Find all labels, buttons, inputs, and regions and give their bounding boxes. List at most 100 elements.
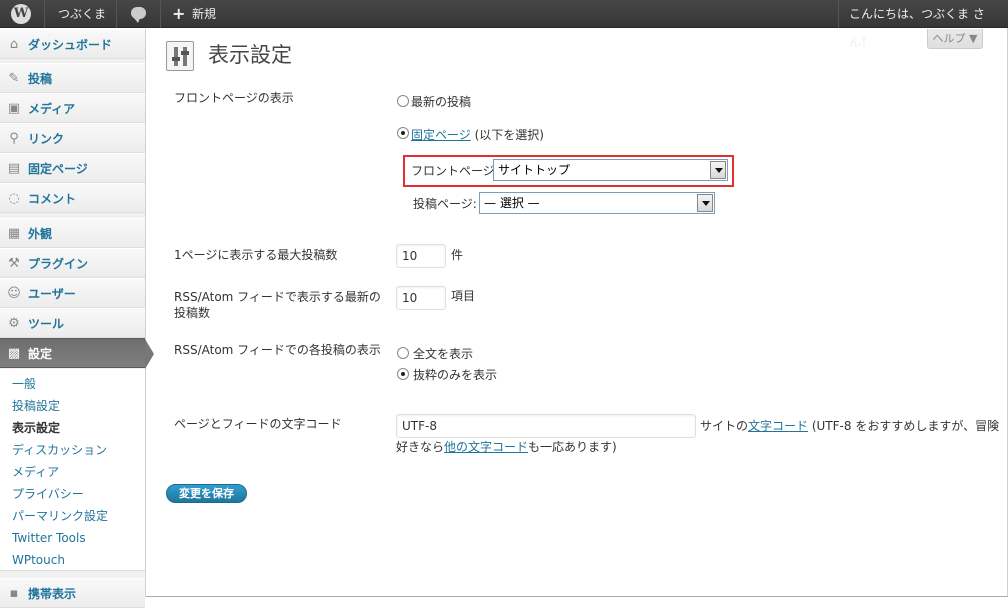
admin-bar: W つぶくま + 新規 こんにちは、つぶくま さん！ xyxy=(0,0,1008,49)
submenu-media[interactable]: メディア xyxy=(12,462,59,482)
mobile-icon: ▪ xyxy=(9,586,19,601)
rss-posts-label-line2: 投稿数 xyxy=(174,306,211,320)
menu-dashboard[interactable]: ⌂ ダッシュボード xyxy=(0,29,145,59)
encoding-hint-post: も一応あります) xyxy=(528,440,617,454)
front-page-select[interactable]: サイトトップ xyxy=(493,159,728,181)
menu-settings-label: 設定 xyxy=(28,347,53,361)
encoding-label: ページとフィードの文字コード xyxy=(174,417,342,431)
site-name-link[interactable]: つぶくま xyxy=(58,0,106,28)
menu-dashboard-label: ダッシュボード xyxy=(28,38,113,52)
encoding-hint-line2: 好きなら他の文字コードも一応あります) xyxy=(396,439,617,455)
menu-media[interactable]: ▣ メディア xyxy=(0,93,145,123)
menu-users-label: ユーザー xyxy=(28,287,76,301)
appearance-icon: ▦ xyxy=(7,226,21,241)
posts-page-select-label: 投稿ページ: xyxy=(413,197,477,211)
admin-bar-separator xyxy=(160,0,161,28)
encoding-hint-mid: (UTF-8 をおすすめしますが、冒険 xyxy=(808,419,1000,433)
encoding-input[interactable]: UTF-8 xyxy=(396,414,696,438)
admin-sidebar: ⌂ ダッシュボード ✎ 投稿 ▣ メディア ⚲ リンク ▤ 固定ページ ◌ コメ… xyxy=(0,29,154,608)
tools-icon: ⚙ xyxy=(8,316,20,331)
submenu-twitter-tools[interactable]: Twitter Tools xyxy=(12,528,86,548)
menu-appearance-label: 外観 xyxy=(28,227,53,241)
media-icon: ▣ xyxy=(7,101,21,116)
radio-latest-posts[interactable] xyxy=(397,95,409,107)
admin-bar-separator xyxy=(838,0,839,28)
pages-icon: ▤ xyxy=(7,161,21,176)
submenu-general[interactable]: 一般 xyxy=(12,374,36,394)
greeting-link[interactable]: こんにちは、つぶくま さん！ xyxy=(849,0,1008,49)
other-encodings-link[interactable]: 他の文字コード xyxy=(444,440,528,454)
submenu-permalinks[interactable]: パーマリンク設定 xyxy=(12,506,108,526)
rss-posts-unit: 項目 xyxy=(451,289,476,303)
menu-mobile-display[interactable]: ▪ 携帯表示 xyxy=(0,578,145,608)
posts-per-page-label: 1ページに表示する最大投稿数 xyxy=(174,248,338,262)
submenu-privacy[interactable]: プライバシー xyxy=(12,484,84,504)
static-page-suffix: (以下を選択) xyxy=(470,128,544,142)
submenu-writing[interactable]: 投稿設定 xyxy=(12,396,60,416)
radio-static-page[interactable] xyxy=(397,127,409,139)
wordpress-logo-icon[interactable]: W xyxy=(11,4,31,24)
rss-posts-label: RSS/Atom フィードで表示する最新の 投稿数 xyxy=(174,289,381,321)
link-icon: ⚲ xyxy=(9,131,19,146)
rss-posts-input[interactable]: 10 xyxy=(396,286,446,310)
admin-bar-separator xyxy=(116,0,117,28)
submenu-reading[interactable]: 表示設定 xyxy=(12,418,60,438)
save-changes-button[interactable]: 変更を保存 xyxy=(166,484,247,503)
slider-bar xyxy=(183,47,187,66)
help-tab[interactable]: ヘルプ ▼ xyxy=(927,29,983,49)
comment-bubble-icon[interactable] xyxy=(131,7,146,23)
dropdown-arrow-icon xyxy=(710,161,726,179)
slider-knob xyxy=(181,51,189,55)
menu-pages[interactable]: ▤ 固定ページ xyxy=(0,153,145,183)
posts-page-select[interactable]: — 選択 — xyxy=(479,192,715,214)
option-full-text-label: 全文を表示 xyxy=(413,347,474,361)
posts-per-page-unit: 件 xyxy=(451,248,464,262)
encoding-link[interactable]: 文字コード xyxy=(748,419,808,433)
posts-per-page-input[interactable]: 10 xyxy=(396,244,446,268)
option-latest-posts-label: 最新の投稿 xyxy=(411,95,472,109)
menu-links-label: リンク xyxy=(28,132,65,146)
menu-media-label: メディア xyxy=(28,102,76,116)
static-page-link[interactable]: 固定ページ xyxy=(411,128,471,142)
radio-full-text[interactable] xyxy=(397,347,409,359)
new-content-link[interactable]: 新規 xyxy=(192,0,216,28)
radio-summary[interactable] xyxy=(397,368,409,380)
submenu-discussion[interactable]: ディスカッション xyxy=(12,440,107,460)
page-title: 表示設定 xyxy=(208,43,292,67)
menu-tools-label: ツール xyxy=(28,317,65,331)
menu-appearance[interactable]: ▦ 外観 xyxy=(0,218,145,248)
front-page-select-label: フロントページ: xyxy=(411,164,499,178)
plugins-icon: ⚒ xyxy=(8,256,20,271)
comments-icon: ◌ xyxy=(8,191,20,206)
menu-comments-label: コメント xyxy=(28,192,77,206)
encoding-hint-line1: サイトの文字コード (UTF-8 をおすすめしますが、冒険 xyxy=(700,418,999,434)
menu-users[interactable]: ☺ ユーザー xyxy=(0,278,145,308)
menu-tools[interactable]: ⚙ ツール xyxy=(0,308,145,338)
menu-links[interactable]: ⚲ リンク xyxy=(0,123,145,153)
users-icon: ☺ xyxy=(7,286,21,301)
admin-bar-separator xyxy=(44,0,45,28)
menu-plugins[interactable]: ⚒ プラグイン xyxy=(0,248,145,278)
encoding-hint-line2-pre: 好きなら xyxy=(396,440,445,454)
menu-posts[interactable]: ✎ 投稿 xyxy=(0,63,145,93)
rss-display-label: RSS/Atom フィードでの各投稿の表示 xyxy=(174,343,381,357)
encoding-hint-pre: サイトの xyxy=(700,419,749,433)
option-summary-label: 抜粋のみを表示 xyxy=(413,368,498,382)
menu-settings[interactable]: ▩ 設定 xyxy=(0,338,154,369)
plus-icon[interactable]: + xyxy=(172,0,185,28)
menu-pages-label: 固定ページ xyxy=(28,162,88,176)
front-page-label: フロントページの表示 xyxy=(174,91,294,105)
dashboard-icon: ⌂ xyxy=(9,37,19,52)
menu-posts-label: 投稿 xyxy=(28,72,53,86)
menu-comments[interactable]: ◌ コメント xyxy=(0,183,145,213)
front-page-select-value: サイトトップ xyxy=(498,163,571,177)
settings-page-icon xyxy=(166,41,194,71)
settings-icon: ▩ xyxy=(7,346,21,361)
slider-knob xyxy=(172,57,180,61)
option-static-page: 固定ページ (以下を選択) xyxy=(411,127,544,143)
pin-icon: ✎ xyxy=(8,71,20,86)
settings-submenu: 一般 投稿設定 表示設定 ディスカッション メディア プライバシー パーマリンク… xyxy=(0,369,145,571)
menu-plugins-label: プラグイン xyxy=(28,257,89,271)
submenu-wptouch[interactable]: WPtouch xyxy=(12,550,65,570)
menu-mobile-display-label: 携帯表示 xyxy=(28,587,77,601)
